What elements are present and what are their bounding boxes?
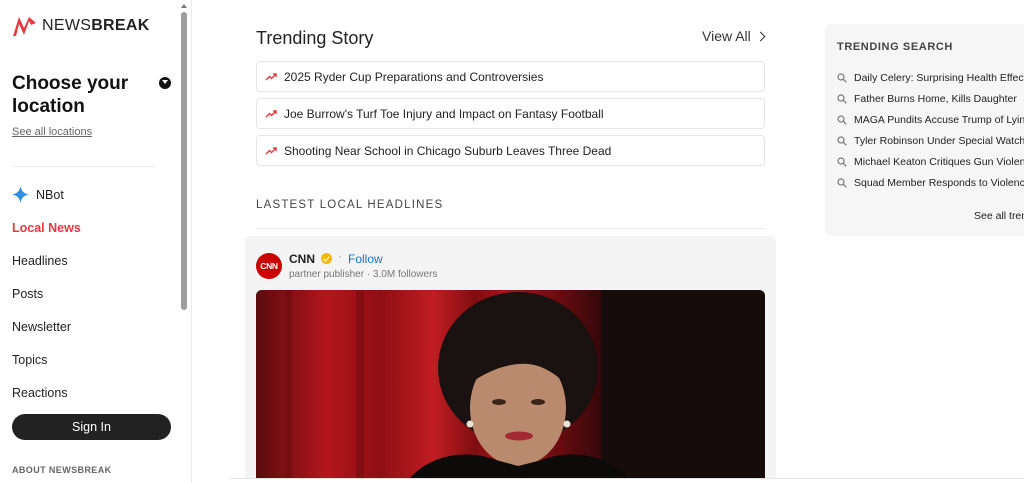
trending-arrow-icon [265,72,277,80]
trending-search-label: Tyler Robinson Under Special Watch [854,135,1024,147]
sidebar-item-label: NBot [36,187,64,202]
trending-search-title: TRENDING SEARCH [837,41,953,53]
view-all-link[interactable]: View All [702,28,766,44]
search-icon [837,178,847,188]
separator-dot: · [338,251,342,263]
trending-search-item[interactable]: Father Burns Home, Kills Daughter [837,93,1017,105]
trending-arrow-icon [265,109,277,117]
trending-search-label: Michael Keaton Critiques Gun Violence [854,156,1024,168]
sign-in-button[interactable]: Sign In [12,414,171,440]
trending-search-item[interactable]: Daily Celery: Surprising Health Effects [837,72,1024,84]
newsbreak-logo-icon [13,17,36,36]
see-all-trending-link[interactable]: See all trending [974,210,1024,222]
search-icon [837,73,847,83]
publisher-name[interactable]: CNN [289,252,315,266]
follow-button[interactable]: Follow [348,252,383,266]
sparkle-icon [12,186,29,203]
trending-story-item[interactable]: 2025 Ryder Cup Preparations and Controve… [256,61,765,92]
search-icon [837,115,847,125]
search-icon [837,94,847,104]
trending-story-label: Shooting Near School in Chicago Suburb L… [284,143,612,158]
trending-search-item[interactable]: Michael Keaton Critiques Gun Violence [837,156,1024,168]
about-newsbreak-heading: ABOUT NEWSBREAK [12,465,112,475]
sidebar-divider [12,166,154,167]
newsbreak-logo[interactable]: NEWSBREAK [12,14,150,38]
sidebar-nav: NBot Local News Headlines Posts Newslett… [12,178,172,409]
trending-story-item[interactable]: Shooting Near School in Chicago Suburb L… [256,135,765,166]
sidebar-scrollbar-thumb[interactable] [181,12,187,310]
sidebar: NEWSBREAK Choose your location See all l… [0,0,192,483]
sidebar-item-label: Reactions [12,385,68,400]
trending-arrow-icon [265,146,277,154]
sidebar-item-newsletter[interactable]: Newsletter [12,310,172,343]
trending-search-item[interactable]: MAGA Pundits Accuse Trump of Lying [837,114,1024,126]
choose-location-title: Choose your location [12,73,129,117]
article-image[interactable] [256,290,765,483]
sidebar-item-label: Local News [12,220,81,235]
sidebar-item-local-news[interactable]: Local News [12,211,172,244]
trending-story-title: Trending Story [256,28,374,48]
sidebar-item-topics[interactable]: Topics [12,343,172,376]
trending-story-label: 2025 Ryder Cup Preparations and Controve… [284,69,544,84]
see-all-locations-link[interactable]: See all locations [12,126,92,138]
search-icon [837,157,847,167]
section-divider [256,228,765,229]
trending-story-label: Joe Burrow's Turf Toe Injury and Impact … [284,106,604,121]
sidebar-item-label: Topics [12,352,48,367]
view-all-label: View All [702,28,751,44]
trending-search-label: MAGA Pundits Accuse Trump of Lying [854,114,1024,126]
trending-search-label: Daily Celery: Surprising Health Effects [854,72,1024,84]
trending-search-label: Squad Member Responds to Violence [854,177,1024,189]
trending-story-item[interactable]: Joe Burrow's Turf Toe Injury and Impact … [256,98,765,129]
sidebar-item-nbot[interactable]: NBot [12,178,172,211]
scroll-up-arrow-icon[interactable] [181,4,187,8]
trending-search-panel: TRENDING SEARCH Daily Celery: Surprising… [825,24,1024,236]
chevron-right-icon [755,31,766,41]
sidebar-item-posts[interactable]: Posts [12,277,172,310]
sidebar-item-headlines[interactable]: Headlines [12,244,172,277]
trending-search-item[interactable]: Squad Member Responds to Violence [837,177,1024,189]
bottom-overlay-bar [230,478,1024,483]
search-icon [837,136,847,146]
verified-badge-icon [321,253,332,264]
local-headlines-heading: LASTEST LOCAL HEADLINES [256,199,444,211]
article-photo-graphic [256,290,765,483]
location-dropdown-icon[interactable] [159,77,171,89]
logo-wordmark: NEWSBREAK [42,17,150,34]
sidebar-item-label: Newsletter [12,319,72,334]
publisher-meta: partner publisher · 3.0M followers [289,269,438,280]
sidebar-item-label: Headlines [12,253,68,268]
trending-search-item[interactable]: Tyler Robinson Under Special Watch [837,135,1024,147]
sidebar-item-reactions[interactable]: Reactions [12,376,172,409]
trending-search-label: Father Burns Home, Kills Daughter [854,93,1017,105]
publisher-avatar[interactable]: CNN [256,253,282,279]
sidebar-item-label: Posts [12,286,44,301]
